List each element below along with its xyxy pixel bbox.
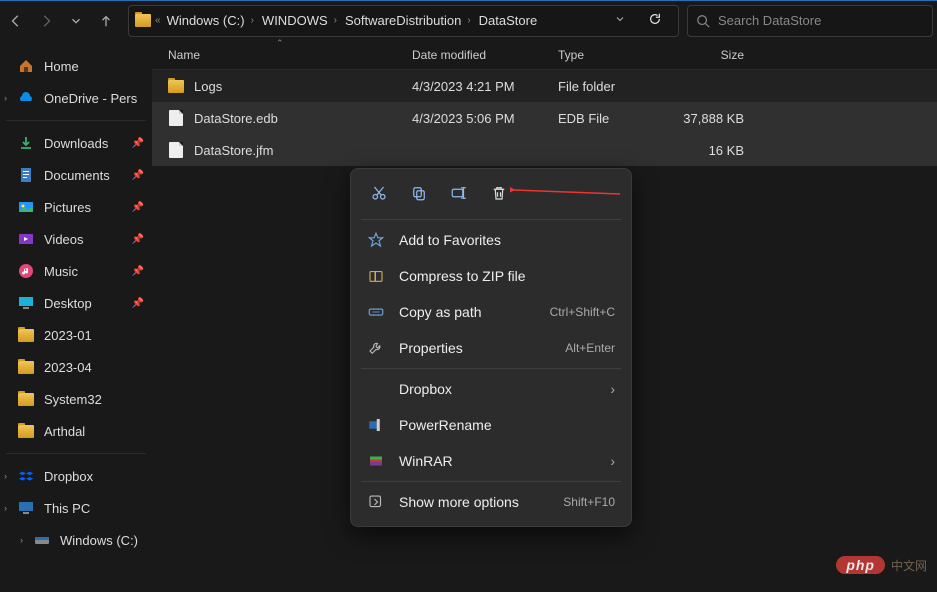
sidebar-item-music[interactable]: Music📌 [0, 255, 152, 287]
pin-icon: 📌 [132, 138, 144, 149]
sidebar-item-videos[interactable]: Videos📌 [0, 223, 152, 255]
desktop-icon [18, 295, 34, 311]
sidebar-item-pictures[interactable]: Pictures📌 [0, 191, 152, 223]
copy-button[interactable] [401, 177, 437, 209]
pin-icon: 📌 [132, 266, 144, 277]
search-input[interactable]: Search DataStore [687, 5, 933, 37]
sidebar-item-onedrive[interactable]: › OneDrive - Pers [0, 82, 152, 114]
pin-icon: 📌 [132, 234, 144, 245]
file-row[interactable]: Logs 4/3/2023 4:21 PM File folder [152, 70, 937, 102]
crumb-2[interactable]: SoftwareDistribution› [343, 13, 473, 28]
pin-icon: 📌 [132, 170, 144, 181]
path-icon [367, 303, 385, 321]
star-icon [367, 231, 385, 249]
back-button[interactable] [2, 7, 30, 35]
file-icon [168, 142, 184, 158]
recent-dropdown[interactable] [62, 7, 90, 35]
forward-button[interactable] [32, 7, 60, 35]
navigation-pane: Home › OneDrive - Pers Downloads📌 Docume… [0, 40, 152, 592]
file-row[interactable]: DataStore.edb 4/3/2023 5:06 PM EDB File … [152, 102, 937, 134]
pin-icon: 📌 [132, 202, 144, 213]
cut-button[interactable] [361, 177, 397, 209]
download-icon [18, 135, 34, 151]
zip-icon [367, 267, 385, 285]
file-icon [168, 110, 184, 126]
thispc-icon [18, 500, 34, 516]
sidebar-item-home[interactable]: Home [0, 50, 152, 82]
ctx-winrar[interactable]: WinRAR › [357, 443, 625, 479]
column-type[interactable]: Type [558, 48, 674, 62]
dropbox-icon [18, 468, 34, 484]
watermark-text: 中文网 [891, 557, 927, 574]
winrar-icon [367, 452, 385, 470]
context-menu: Add to Favorites Compress to ZIP file Co… [350, 168, 632, 527]
crumb-3[interactable]: DataStore [477, 13, 540, 28]
file-row[interactable]: DataStore.jfm 16 KB [152, 134, 937, 166]
search-placeholder: Search DataStore [718, 13, 821, 28]
ctx-show-more[interactable]: Show more options Shift+F10 [357, 484, 625, 520]
music-icon [18, 263, 34, 279]
home-icon [18, 58, 34, 74]
chevron-right-icon[interactable]: › [4, 471, 7, 481]
wrench-icon [367, 339, 385, 357]
column-date[interactable]: Date modified [412, 48, 558, 62]
crumb-1[interactable]: WINDOWS› [260, 13, 339, 28]
watermark: php 中文网 [836, 556, 927, 574]
drive-icon [34, 532, 50, 548]
videos-icon [18, 231, 34, 247]
rename-button[interactable] [441, 177, 477, 209]
ctx-add-favorites[interactable]: Add to Favorites [357, 222, 625, 258]
chevron-right-icon[interactable]: › [4, 93, 7, 103]
folder-icon [135, 13, 151, 29]
folder-icon [18, 327, 34, 343]
delete-button[interactable] [481, 177, 517, 209]
ctx-compress-zip[interactable]: Compress to ZIP file [357, 258, 625, 294]
document-icon [18, 167, 34, 183]
sidebar-item-folder[interactable]: 2023-01 [0, 319, 152, 351]
column-size[interactable]: Size [674, 48, 752, 62]
sidebar-item-downloads[interactable]: Downloads📌 [0, 127, 152, 159]
sort-indicator-icon: ⌃ [276, 38, 284, 49]
ctx-copy-path[interactable]: Copy as path Ctrl+Shift+C [357, 294, 625, 330]
pictures-icon [18, 199, 34, 215]
column-name[interactable]: Name [162, 48, 412, 62]
chevron-right-icon: › [610, 453, 615, 469]
breadcrumb-dropdown[interactable] [606, 13, 634, 28]
chevron-right-icon: › [610, 381, 615, 397]
sidebar-item-drive[interactable]: ›Windows (C:) [0, 524, 152, 556]
watermark-badge: php [836, 556, 885, 574]
ctx-dropbox[interactable]: Dropbox › [357, 371, 625, 407]
powerrename-icon [367, 416, 385, 434]
column-headers: Name Date modified Type Size [152, 40, 937, 70]
breadcrumb-bar[interactable]: « Windows (C:)› WINDOWS› SoftwareDistrib… [128, 5, 679, 37]
ctx-powerrename[interactable]: PowerRename [357, 407, 625, 443]
chevron-right-icon[interactable]: › [20, 535, 23, 545]
onedrive-icon [18, 90, 34, 106]
folder-icon [168, 78, 184, 94]
blank-icon [367, 380, 385, 398]
folder-icon [18, 359, 34, 375]
toolbar: « Windows (C:)› WINDOWS› SoftwareDistrib… [0, 0, 937, 40]
folder-icon [18, 423, 34, 439]
folder-icon [18, 391, 34, 407]
crumb-root-chevron[interactable]: « [155, 15, 161, 26]
up-button[interactable] [92, 7, 120, 35]
more-options-icon [367, 493, 385, 511]
pin-icon: 📌 [132, 298, 144, 309]
sidebar-item-folder[interactable]: System32 [0, 383, 152, 415]
sidebar-item-thispc[interactable]: ›This PC [0, 492, 152, 524]
sidebar-item-folder[interactable]: 2023-04 [0, 351, 152, 383]
sidebar-item-documents[interactable]: Documents📌 [0, 159, 152, 191]
sidebar-item-desktop[interactable]: Desktop📌 [0, 287, 152, 319]
refresh-button[interactable] [638, 12, 672, 29]
chevron-right-icon[interactable]: › [4, 503, 7, 513]
sidebar-item-dropbox[interactable]: ›Dropbox [0, 460, 152, 492]
sidebar-item-folder[interactable]: Arthdal [0, 415, 152, 447]
crumb-0[interactable]: Windows (C:)› [165, 13, 256, 28]
ctx-properties[interactable]: Properties Alt+Enter [357, 330, 625, 366]
